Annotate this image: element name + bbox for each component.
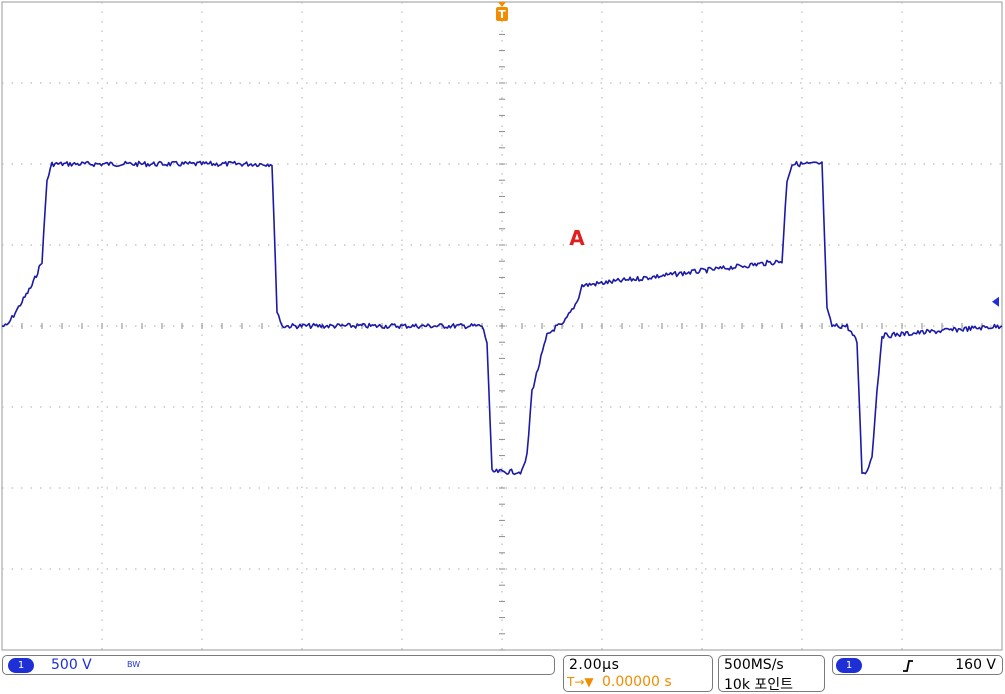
rising-edge-icon xyxy=(903,660,913,672)
bandwidth-limit-label: BW xyxy=(127,660,141,669)
time-per-division: 2.00µs xyxy=(569,657,620,673)
trigger-position-arrow xyxy=(498,2,506,7)
annotation-label-a: A xyxy=(569,226,585,250)
trigger-marker-label: T xyxy=(498,8,506,21)
trigger-level: 160 V xyxy=(955,657,996,673)
trigger-position-symbol: T→▼ xyxy=(567,675,594,689)
channel-info-box[interactable]: 1 500 V BW xyxy=(2,655,555,675)
sample-rate: 500MS/s xyxy=(724,657,784,673)
trigger-source-badge: 1 xyxy=(836,658,862,673)
graticule xyxy=(1,1,1003,651)
record-length: 10k 포인트 xyxy=(724,677,794,693)
trigger-info-box[interactable]: 1 160 V xyxy=(832,655,1003,675)
horizontal-info-box[interactable]: 2.00µs T→▼ 0.00000 s xyxy=(563,655,713,692)
annotations: AB xyxy=(569,226,585,250)
ground-reference-arrow xyxy=(992,296,999,307)
channel-1-badge: 1 xyxy=(8,658,34,673)
trace-line xyxy=(1,160,1003,476)
acquisition-info-box[interactable]: 500MS/s 10k 포인트 xyxy=(718,655,825,693)
trigger-position: 0.00000 s xyxy=(602,674,672,690)
ch1-trace xyxy=(1,160,1003,476)
markers: T xyxy=(496,2,999,307)
oscilloscope-display: AB T xyxy=(1,1,1003,651)
channel-1-scale: 500 V xyxy=(51,657,92,673)
